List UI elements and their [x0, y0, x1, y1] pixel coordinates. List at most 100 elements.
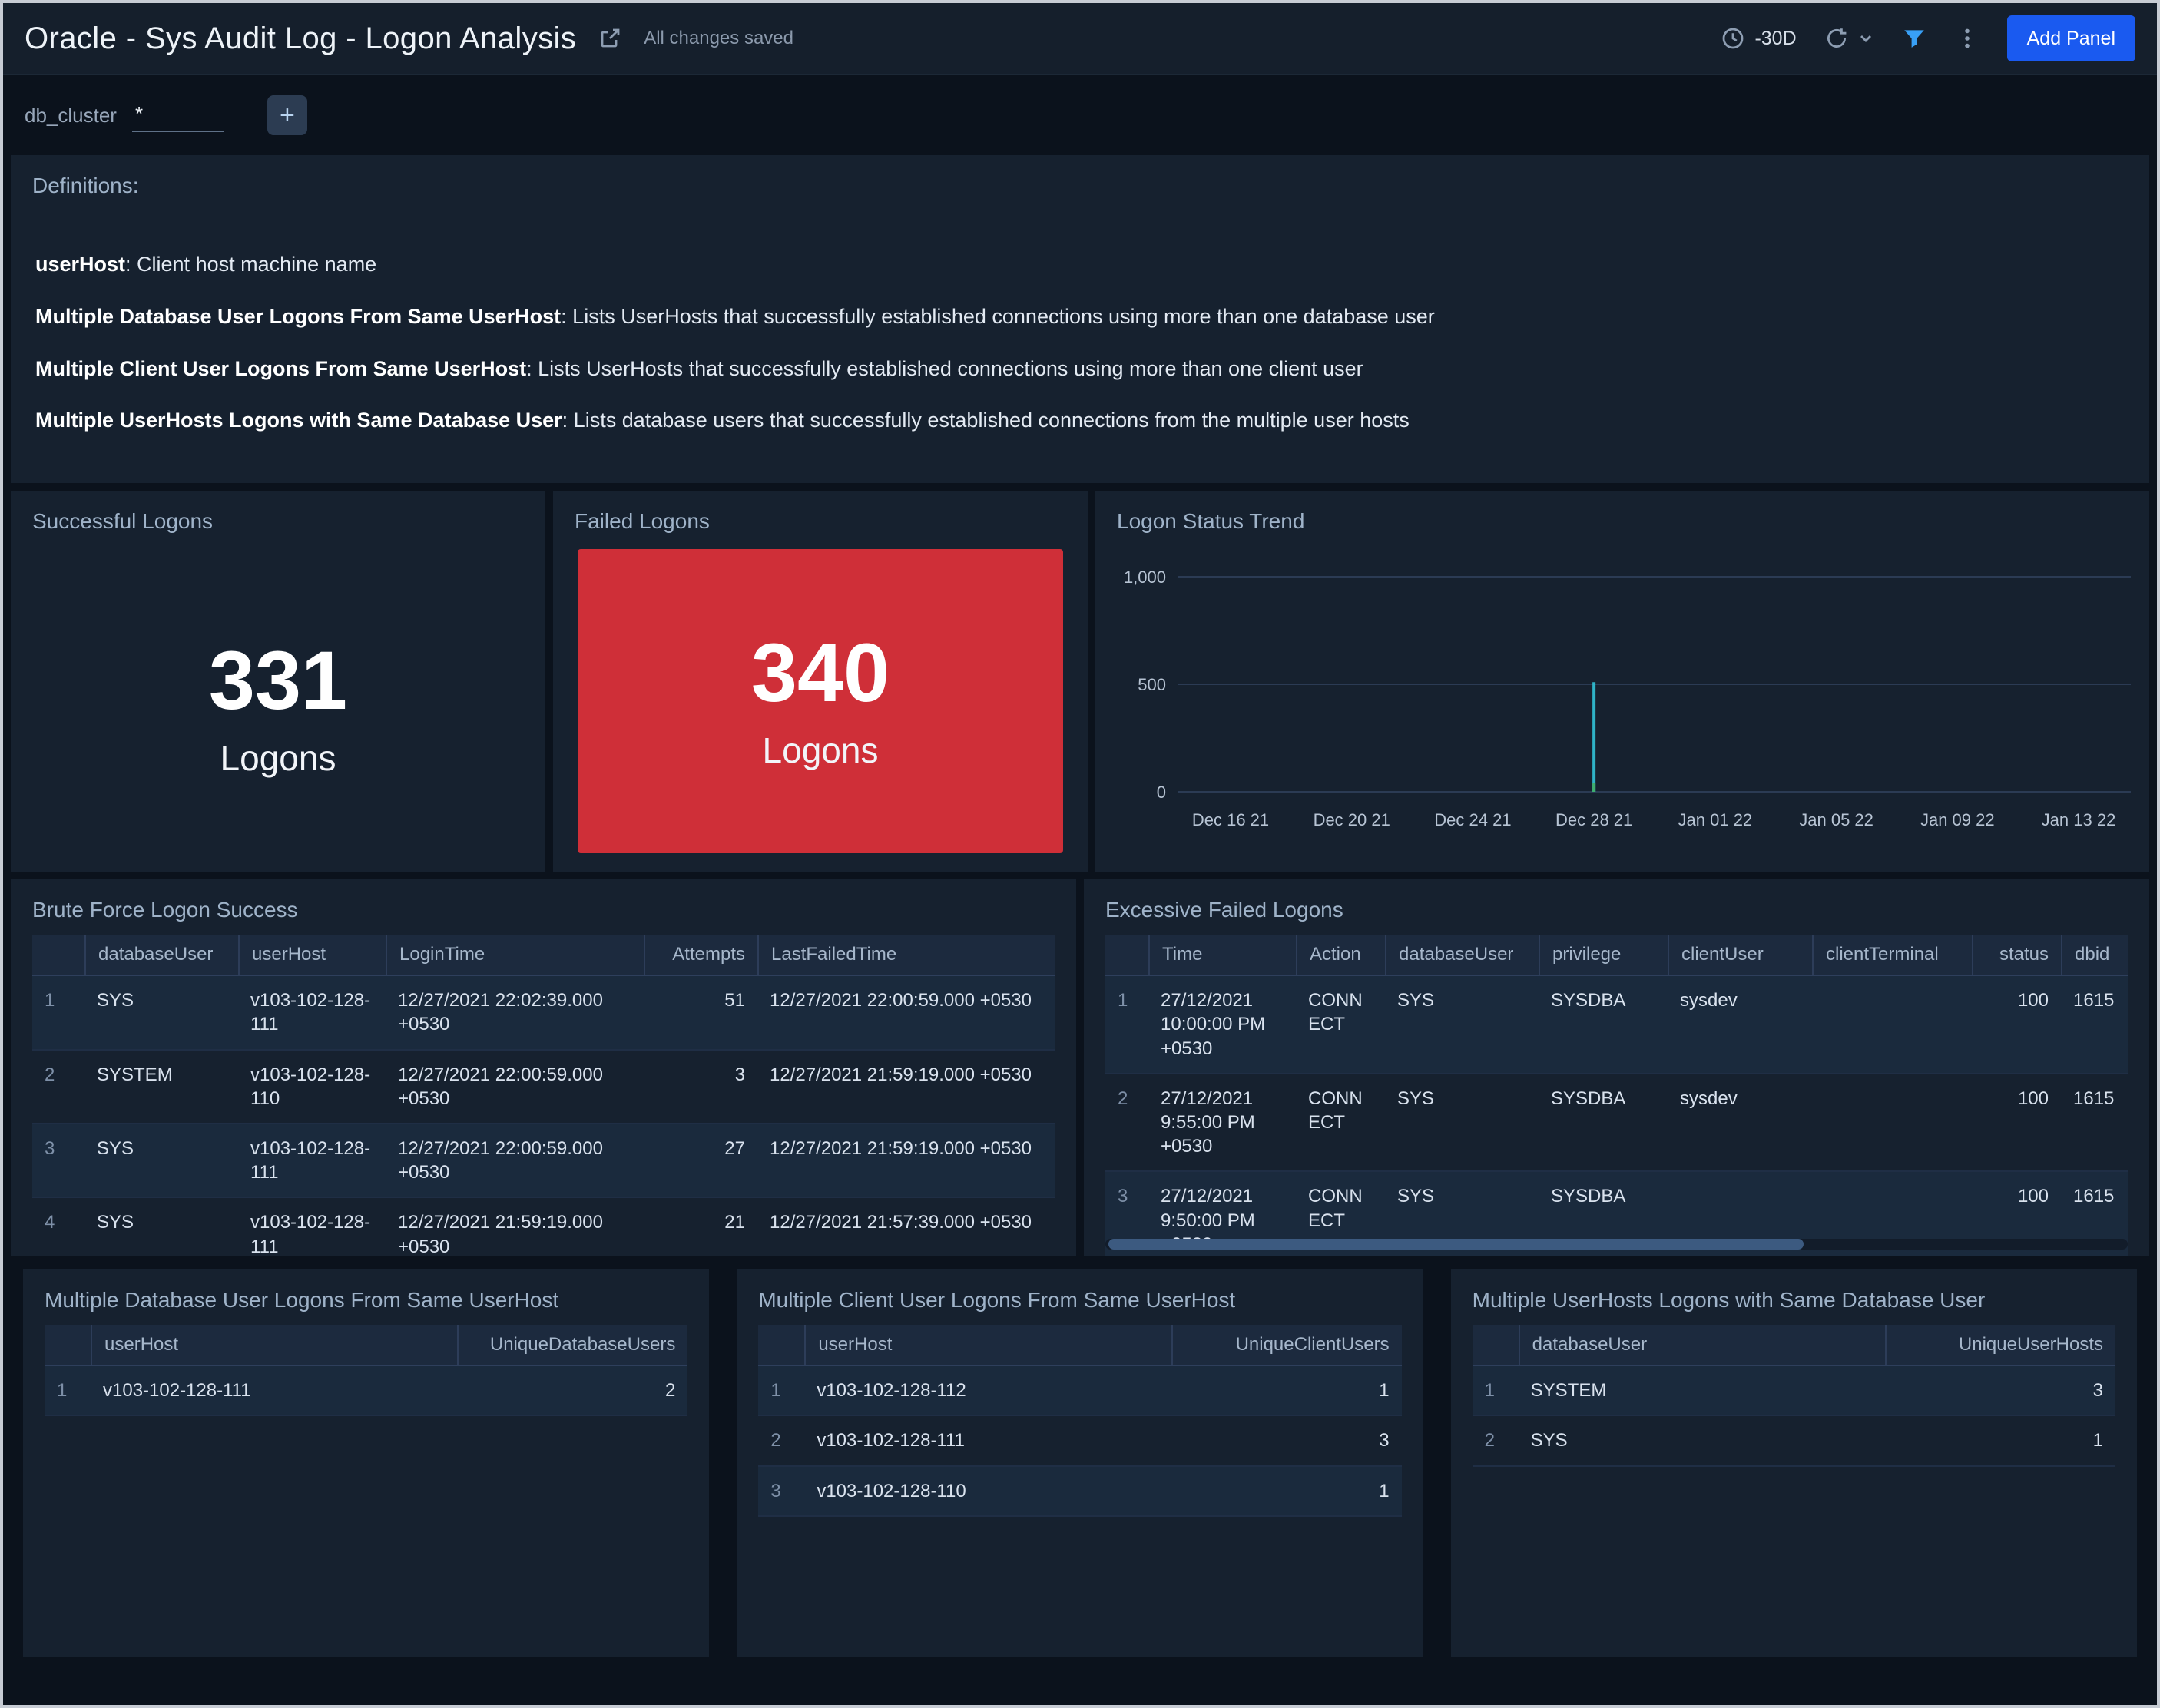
column-header[interactable]: UniqueUserHosts — [1885, 1325, 2115, 1365]
column-header[interactable] — [32, 935, 84, 953]
column-header[interactable]: userHost — [238, 935, 386, 975]
column-header[interactable]: databaseUser — [1519, 1325, 1885, 1365]
cell-privilege: SYSDBA — [1539, 1074, 1668, 1123]
column-header[interactable] — [1473, 1325, 1519, 1343]
column-header[interactable] — [1105, 935, 1148, 953]
column-header[interactable]: Action — [1296, 935, 1385, 975]
definition-description: : Lists UserHosts that successfully esta… — [526, 357, 1363, 380]
column-header[interactable]: LastFailedTime — [757, 935, 1055, 975]
row-index: 4 — [32, 1198, 84, 1246]
cell-lastFailedTime: 12/27/2021 21:57:39.000 +0530 — [757, 1198, 1055, 1246]
table-row[interactable]: 2 27/12/2021 9:55:00 PM +0530 CONNECT SY… — [1105, 1074, 2128, 1173]
cell-clientTerminal — [1812, 976, 1972, 1001]
cell-attempts: 51 — [644, 976, 757, 1024]
cell-databaseUser: SYS — [1385, 1172, 1539, 1220]
kpi-row: Successful Logons 331 Logons Failed Logo… — [11, 491, 2149, 872]
column-header[interactable]: privilege — [1539, 935, 1668, 975]
table-header: TimeActiondatabaseUserprivilegeclientUse… — [1105, 935, 2128, 976]
column-header[interactable]: status — [1972, 935, 2061, 975]
table-row[interactable]: 1 SYSTEM 3 — [1473, 1366, 2115, 1416]
row-index: 2 — [1473, 1416, 1519, 1465]
time-range-label: -30D — [1754, 28, 1796, 50]
multi-client-user-table: userHostUniqueClientUsers 1 v103-102-128… — [758, 1325, 1401, 1657]
column-header[interactable] — [45, 1325, 91, 1343]
column-header[interactable]: userHost — [804, 1325, 1171, 1365]
table-row[interactable]: 2 SYSTEM v103-102-128-110 12/27/2021 22:… — [32, 1051, 1055, 1124]
table-row[interactable]: 1 SYS v103-102-128-111 12/27/2021 22:02:… — [32, 976, 1055, 1050]
time-range-control[interactable]: -30D — [1721, 26, 1796, 51]
table-row[interactable]: 3 SYS v103-102-128-111 12/27/2021 22:00:… — [32, 1124, 1055, 1198]
svg-text:Dec 28 21: Dec 28 21 — [1555, 810, 1632, 829]
column-header[interactable]: Attempts — [644, 935, 757, 975]
svg-text:Jan 09 22: Jan 09 22 — [1920, 810, 1995, 829]
column-header[interactable]: clientTerminal — [1812, 935, 1972, 975]
table-row[interactable]: 2 v103-102-128-111 3 — [758, 1416, 1401, 1466]
table-row[interactable]: 4 SYS v103-102-128-111 12/27/2021 21:59:… — [32, 1198, 1055, 1256]
table-row[interactable]: 1 v103-102-128-111 2 — [45, 1366, 687, 1416]
panel-title-failed-logons: Failed Logons — [553, 491, 1088, 546]
table-body: 1 v103-102-128-112 1 2 v103-102-128-111 … — [758, 1366, 1401, 1517]
cell-attempts: 27 — [644, 1124, 757, 1173]
page-title: Oracle - Sys Audit Log - Logon Analysis — [25, 22, 576, 56]
refresh-control[interactable] — [1824, 26, 1873, 51]
filter-bar: db_cluster * + — [3, 75, 2157, 155]
cell-dbid: 1615 — [2061, 1172, 2128, 1220]
column-header[interactable]: UniqueDatabaseUsers — [457, 1325, 687, 1365]
column-header[interactable]: UniqueClientUsers — [1171, 1325, 1402, 1365]
row-index: 1 — [45, 1366, 91, 1415]
multi-db-user-panel: Multiple Database User Logons From Same … — [23, 1269, 709, 1657]
cell-databaseUser: SYS — [1519, 1416, 1885, 1465]
column-header[interactable]: userHost — [91, 1325, 457, 1365]
definition-item: Multiple UserHosts Logons with Same Data… — [35, 406, 2125, 435]
share-button[interactable] — [598, 26, 622, 51]
panel-title-brute-force: Brute Force Logon Success — [11, 879, 1076, 935]
column-header[interactable]: clientUser — [1668, 935, 1812, 975]
cell-databaseUser: SYS — [1385, 976, 1539, 1024]
clock-icon — [1721, 26, 1745, 51]
db-cluster-filter-input[interactable]: * — [132, 99, 224, 132]
svg-text:Dec 20 21: Dec 20 21 — [1314, 810, 1390, 829]
definitions-title: Definitions: — [11, 155, 2149, 210]
save-status: All changes saved — [644, 28, 793, 49]
cell-databaseUser: SYSTEM — [1519, 1366, 1885, 1415]
cell-status: 100 — [1972, 976, 2061, 1024]
column-header[interactable]: Time — [1148, 935, 1296, 975]
table-row[interactable]: 3 v103-102-128-110 1 — [758, 1467, 1401, 1517]
svg-text:500: 500 — [1138, 675, 1166, 694]
cell-attempts: 3 — [644, 1051, 757, 1099]
failed-logons-panel: Failed Logons 340 Logons — [553, 491, 1088, 872]
cell-unique-count: 3 — [1885, 1366, 2115, 1415]
more-options-button[interactable] — [1955, 26, 1979, 51]
cell-attempts: 21 — [644, 1198, 757, 1246]
add-filter-button[interactable]: + — [267, 95, 307, 135]
column-header[interactable]: LoginTime — [386, 935, 644, 975]
add-panel-button[interactable]: Add Panel — [2007, 15, 2135, 61]
cell-action: CONNECT — [1296, 1074, 1385, 1147]
table-row[interactable]: 2 SYS 1 — [1473, 1416, 2115, 1466]
scrollbar-thumb[interactable] — [1108, 1239, 1804, 1250]
definition-item: Multiple Database User Logons From Same … — [35, 303, 2125, 332]
excessive-failed-logons-panel: Excessive Failed Logons TimeActiondataba… — [1084, 879, 2149, 1256]
svg-text:0: 0 — [1157, 783, 1166, 802]
definition-item: userHost: Client host machine name — [35, 250, 2125, 280]
cell-loginTime: 12/27/2021 22:00:59.000 +0530 — [386, 1124, 644, 1197]
column-header[interactable]: databaseUser — [84, 935, 238, 975]
cell-loginTime: 12/27/2021 21:59:19.000 +0530 — [386, 1198, 644, 1256]
panel-title-successful-logons: Successful Logons — [11, 491, 545, 546]
svg-text:Dec 16 21: Dec 16 21 — [1192, 810, 1269, 829]
dashboard-root: Oracle - Sys Audit Log - Logon Analysis … — [0, 0, 2160, 1708]
column-header[interactable]: databaseUser — [1385, 935, 1539, 975]
header: Oracle - Sys Audit Log - Logon Analysis … — [3, 3, 2157, 75]
table-row[interactable]: 1 v103-102-128-112 1 — [758, 1366, 1401, 1416]
filter-button[interactable] — [1901, 25, 1927, 51]
table-row[interactable]: 1 27/12/2021 10:00:00 PM +0530 CONNECT S… — [1105, 976, 2128, 1074]
row-index: 1 — [1105, 976, 1148, 1024]
horizontal-scrollbar[interactable] — [1105, 1239, 2128, 1250]
definition-description: : Client host machine name — [125, 253, 376, 276]
svg-text:Jan 05 22: Jan 05 22 — [1799, 810, 1873, 829]
table-header: userHostUniqueDatabaseUsers — [45, 1325, 687, 1366]
column-header[interactable] — [758, 1325, 804, 1343]
cell-status: 100 — [1972, 1074, 2061, 1123]
cell-loginTime: 12/27/2021 22:02:39.000 +0530 — [386, 976, 644, 1048]
column-header[interactable]: dbid — [2061, 935, 2128, 975]
